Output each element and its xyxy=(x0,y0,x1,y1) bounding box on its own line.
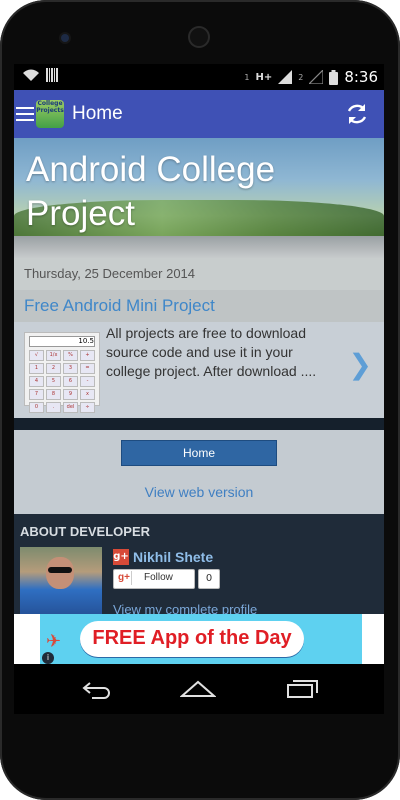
thumbnail-key: 7 xyxy=(29,389,44,400)
ad-content[interactable]: ✈ FREE App of the Day i xyxy=(40,614,362,664)
battery-icon xyxy=(329,69,339,85)
earpiece-speaker xyxy=(188,26,210,48)
menu-icon[interactable] xyxy=(16,107,34,121)
thumbnail-key: 1 xyxy=(29,363,44,374)
signal-icon xyxy=(278,70,293,84)
sim-1-label: 1 xyxy=(244,72,250,82)
network-type-label: H+ xyxy=(255,71,273,83)
home-button[interactable]: Home xyxy=(121,440,277,466)
thumbnail-key: - xyxy=(80,376,95,387)
hero-banner: Android College Project xyxy=(14,138,384,258)
post-date: Thursday, 25 December 2014 xyxy=(24,266,196,281)
ad-text: FREE App of the Day xyxy=(92,627,292,649)
app-title: Home xyxy=(72,103,123,124)
thumbnail-display: 10.5 xyxy=(29,336,95,347)
chevron-right-icon[interactable]: ❯ xyxy=(349,348,372,381)
thumbnail-key: 1/x xyxy=(46,350,61,361)
thumbnail-key: x xyxy=(80,389,95,400)
about-developer-section: ABOUT DEVELOPER g+ Nikhil Shete g+ Follo… xyxy=(14,514,384,618)
thumbnail-key: √ xyxy=(29,350,44,361)
thumbnail-key: = xyxy=(80,363,95,374)
ad-banner[interactable]: ✈ FREE App of the Day i xyxy=(14,614,384,664)
ad-pill: FREE App of the Day xyxy=(80,621,304,657)
follow-count: 0 xyxy=(198,569,220,589)
app-logo[interactable]: College Projects xyxy=(36,100,64,128)
developer-name[interactable]: Nikhil Shete xyxy=(133,549,213,565)
thumbnail-key: 5 xyxy=(46,376,61,387)
thumbnail-key: 6 xyxy=(63,376,78,387)
signal-icon xyxy=(309,70,324,84)
system-navigation-bar xyxy=(14,664,384,714)
about-heading: ABOUT DEVELOPER xyxy=(20,524,151,539)
blog-navigation: Home View web version xyxy=(14,430,384,514)
section-divider xyxy=(14,418,384,430)
barcode-icon xyxy=(46,68,58,82)
thumbnail-key: 9 xyxy=(63,389,78,400)
thumbnail-key: ÷ xyxy=(80,402,95,413)
post-card[interactable]: 10.5 √ 1/x% +1 2 3 = 4 5 6- 7 8 9 x 0. del ÷ All projec… xyxy=(14,322,384,418)
recent-apps-icon[interactable] xyxy=(286,678,320,698)
home-icon[interactable] xyxy=(180,680,216,698)
thumbnail-key: 4 xyxy=(29,376,44,387)
thumbnail-key: 3 xyxy=(63,363,78,374)
wifi-icon xyxy=(23,69,39,81)
post-title-link[interactable]: Free Android Mini Project xyxy=(24,296,215,316)
thumbnail-key: . xyxy=(46,402,61,413)
front-camera xyxy=(61,34,69,42)
thumbnail-keypad: √ 1/x% +1 2 3 = 4 5 6- 7 8 9 x 0. del ÷ xyxy=(29,350,95,413)
airplane-icon: ✈ xyxy=(46,631,62,652)
post-date-band: Thursday, 25 December 2014 xyxy=(14,258,384,290)
screen: 1 H+ 2 8:36 College Projects Home Androi… xyxy=(14,64,384,714)
thumbnail-key: 8 xyxy=(46,389,61,400)
thumbnail-key: 0 xyxy=(29,402,44,413)
sim-2-label: 2 xyxy=(298,72,304,82)
refresh-icon[interactable] xyxy=(344,101,370,127)
google-plus-icon[interactable]: g+ xyxy=(113,549,129,565)
developer-avatar xyxy=(20,547,102,618)
hero-background-road xyxy=(14,236,384,258)
follow-button[interactable]: g+ Follow xyxy=(113,569,195,589)
app-logo-text: College Projects xyxy=(36,100,64,114)
google-plus-icon: g+ xyxy=(117,571,132,585)
blog-title: Android College Project xyxy=(26,150,276,233)
status-time: 8:36 xyxy=(344,68,378,86)
post-thumbnail[interactable]: 10.5 √ 1/x% +1 2 3 = 4 5 6- 7 8 9 x 0. del ÷ xyxy=(24,332,100,413)
app-bar: College Projects Home xyxy=(14,90,384,138)
follow-label: Follow xyxy=(144,572,173,583)
post-title-band: Free Android Mini Project xyxy=(14,290,384,322)
thumbnail-key: 2 xyxy=(46,363,61,374)
view-web-version-link[interactable]: View web version xyxy=(14,484,384,500)
thumbnail-key: del xyxy=(63,402,78,413)
post-excerpt: All projects are free to download source… xyxy=(106,325,317,379)
status-bar: 1 H+ 2 8:36 xyxy=(14,64,384,90)
thumbnail-key: + xyxy=(80,350,95,361)
thumbnail-key: % xyxy=(63,350,78,361)
back-icon[interactable] xyxy=(80,680,114,700)
info-icon[interactable]: i xyxy=(42,652,54,664)
